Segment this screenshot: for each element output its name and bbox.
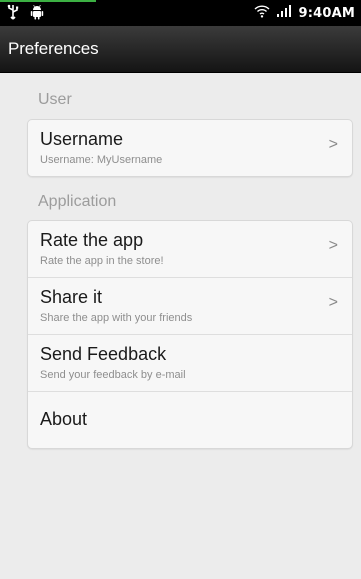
section-header-application: Application xyxy=(38,193,117,210)
pref-item-rate-app[interactable]: Rate the app Rate the app in the store! … xyxy=(28,221,352,278)
chevron-right-icon: > xyxy=(328,237,338,254)
status-time: 9:40AM xyxy=(298,5,355,21)
status-left-icons xyxy=(6,4,44,24)
pref-item-title: Send Feedback xyxy=(40,344,167,364)
signal-icon xyxy=(276,4,292,23)
card-user: Username Username: MyUsername > xyxy=(27,119,353,177)
card-application: Rate the app Rate the app in the store! … xyxy=(27,220,353,449)
pref-item-about[interactable]: About xyxy=(28,392,352,448)
wifi-icon xyxy=(254,4,270,23)
pref-item-summary: Share the app with your friends xyxy=(40,312,193,324)
pref-item-summary: Username: MyUsername xyxy=(40,154,163,166)
android-icon xyxy=(30,4,44,25)
section-header-user: User xyxy=(38,91,72,108)
pref-item-title: Share it xyxy=(40,287,103,307)
status-right-icons: 9:40AM xyxy=(254,3,355,23)
chevron-right-icon: > xyxy=(328,294,338,311)
notification-accent-line xyxy=(0,0,96,2)
pref-item-username[interactable]: Username Username: MyUsername > xyxy=(28,120,352,176)
pref-item-send-feedback[interactable]: Send Feedback Send your feedback by e-ma… xyxy=(28,335,352,392)
action-bar: Preferences xyxy=(0,26,361,73)
pref-item-summary: Rate the app in the store! xyxy=(40,255,164,267)
pref-item-title: Rate the app xyxy=(40,230,144,250)
preferences-list[interactable]: User Username Username: MyUsername > App… xyxy=(0,73,361,579)
status-bar: 9:40AM xyxy=(0,0,361,26)
pref-item-title: Username xyxy=(40,129,124,149)
pref-item-summary: Send your feedback by e-mail xyxy=(40,369,186,381)
chevron-right-icon: > xyxy=(328,136,338,153)
usb-icon xyxy=(6,4,20,25)
pref-item-share-it[interactable]: Share it Share the app with your friends… xyxy=(28,278,352,335)
page-title: Preferences xyxy=(8,39,99,58)
pref-item-title: About xyxy=(40,409,88,429)
